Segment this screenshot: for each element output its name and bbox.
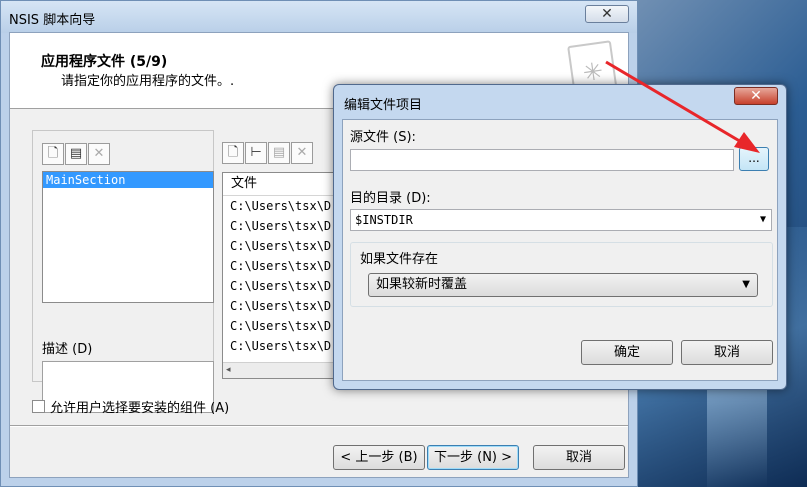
tree-icon[interactable]: ⊢: [245, 142, 267, 164]
allow-select-label: 允许用户选择要安装的组件 (A): [50, 401, 230, 416]
new-file-icon[interactable]: 🗋: [222, 142, 244, 164]
delete-icon[interactable]: ✕: [291, 142, 313, 164]
wizard-title: NSIS 脚本向导: [9, 13, 96, 28]
destination-combobox[interactable]: $INSTDIR ▼: [350, 209, 772, 231]
page-title: 应用程序文件 (5/9): [41, 54, 168, 70]
page-subtitle: 请指定你的应用程序的文件。.: [61, 74, 235, 89]
dialog-close-button[interactable]: ✕: [734, 87, 778, 105]
overwrite-mode-value: 如果较新时覆盖: [376, 277, 468, 292]
next-button[interactable]: 下一步 (N) >: [427, 445, 519, 470]
back-button[interactable]: < 上一步 (B): [333, 445, 425, 470]
ok-button[interactable]: 确定: [581, 340, 673, 365]
destination-value: $INSTDIR: [355, 213, 413, 227]
list-item[interactable]: MainSection: [43, 172, 213, 188]
cancel-button[interactable]: 取消: [533, 445, 625, 470]
checkbox-box[interactable]: [32, 400, 45, 413]
properties-icon[interactable]: ▤: [268, 142, 290, 164]
browse-button[interactable]: ...: [739, 147, 769, 171]
wizard-close-button[interactable]: ✕: [585, 5, 629, 23]
edit-file-dialog: 编辑文件项目 ✕ 源文件 (S): ... 目的目录 (D): $INSTDIR…: [333, 84, 787, 390]
dialog-title: 编辑文件项目: [344, 98, 423, 113]
delete-icon[interactable]: ✕: [88, 143, 110, 165]
sections-toolbar: 🗋 ▤ ✕: [42, 143, 110, 165]
chevron-down-icon[interactable]: ▼: [760, 210, 766, 230]
description-label: 描述 (D): [42, 342, 93, 357]
section-list[interactable]: MainSection: [42, 171, 214, 303]
chevron-down-icon[interactable]: ▼: [742, 274, 750, 296]
allow-select-checkbox[interactable]: 允许用户选择要安装的组件 (A): [32, 397, 229, 416]
files-toolbar: 🗋 ⊢ ▤ ✕: [222, 142, 313, 164]
divider: [10, 425, 628, 427]
source-file-label: 源文件 (S):: [350, 130, 416, 145]
wizard-titlebar: NSIS 脚本向导 ✕: [1, 1, 637, 33]
source-file-input[interactable]: [350, 149, 734, 171]
new-section-icon[interactable]: 🗋: [42, 143, 64, 165]
dialog-cancel-button[interactable]: 取消: [681, 340, 773, 365]
exists-group-label: 如果文件存在: [360, 252, 439, 267]
properties-icon[interactable]: ▤: [65, 143, 87, 165]
dialog-client: 源文件 (S): ... 目的目录 (D): $INSTDIR ▼ 如果文件存在…: [342, 119, 778, 381]
destination-label: 目的目录 (D):: [350, 191, 431, 206]
sections-panel: 🗋 ▤ ✕ MainSection 描述 (D): [32, 130, 214, 413]
overwrite-mode-select[interactable]: 如果较新时覆盖 ▼: [368, 273, 758, 297]
